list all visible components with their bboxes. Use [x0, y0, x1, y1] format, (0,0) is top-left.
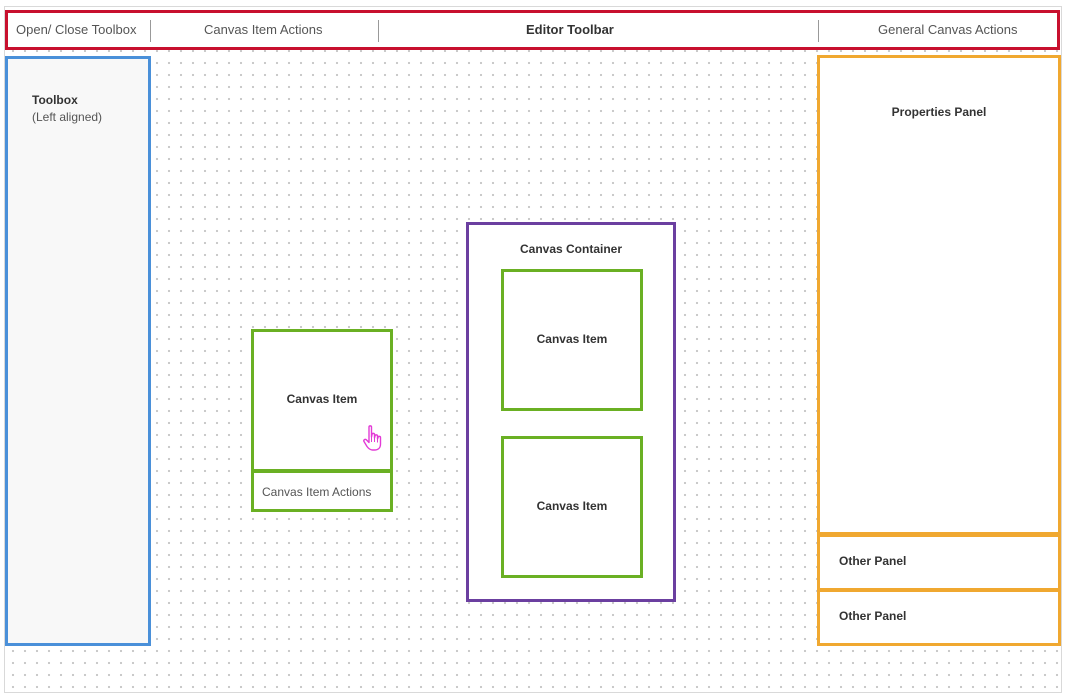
- toolbox-panel[interactable]: Toolbox (Left aligned): [5, 56, 151, 646]
- canvas-item-label: Canvas Item: [536, 332, 608, 346]
- open-close-toolbox-button[interactable]: Open/ Close Toolbox: [16, 13, 136, 47]
- canvas-item-actions[interactable]: Canvas Item Actions: [251, 470, 393, 512]
- toolbar-separator: [150, 20, 151, 42]
- canvas-item-label: Canvas Item: [286, 392, 358, 406]
- pointer-hand-icon: [363, 425, 382, 451]
- container-canvas-item[interactable]: Canvas Item: [501, 436, 643, 578]
- properties-panel-title: Properties Panel: [891, 105, 987, 119]
- editor-toolbar: Open/ Close Toolbox Canvas Item Actions …: [5, 10, 1060, 50]
- editor-toolbar-label: Editor Toolbar: [526, 22, 614, 37]
- canvas-container-title: Canvas Container: [519, 242, 623, 256]
- other-panel[interactable]: Other Panel: [817, 589, 1061, 646]
- toolbar-canvas-item-actions[interactable]: Canvas Item Actions: [204, 13, 323, 47]
- toolbar-separator: [378, 20, 379, 42]
- toolbox-title: Toolbox: [32, 93, 78, 107]
- properties-panel[interactable]: Properties Panel: [817, 55, 1061, 535]
- toolbox-subtitle: (Left aligned): [32, 110, 103, 124]
- canvas-item-actions-label: Canvas Item Actions: [262, 485, 372, 499]
- general-canvas-actions[interactable]: General Canvas Actions: [878, 13, 1017, 47]
- other-panel-label: Other Panel: [839, 554, 907, 568]
- toolbar-separator: [818, 20, 819, 42]
- other-panel[interactable]: Other Panel: [817, 534, 1061, 591]
- container-canvas-item[interactable]: Canvas Item: [501, 269, 643, 411]
- other-panel-label: Other Panel: [839, 609, 907, 623]
- canvas-item-label: Canvas Item: [536, 499, 608, 513]
